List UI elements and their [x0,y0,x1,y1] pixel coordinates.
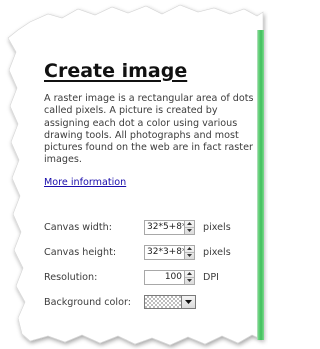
background-color-picker[interactable] [144,295,196,309]
resolution-input[interactable]: 100 [144,269,184,285]
background-color-row: Background color: [44,292,256,312]
description-text: A raster image is a rectangular area of … [44,93,254,166]
background-color-label: Background color: [44,296,131,308]
more-information-link[interactable]: More information [44,177,126,189]
canvas-width-unit: pixels [203,221,231,233]
canvas-height-spinner: 32*3+8* [144,244,195,260]
resolution-unit: DPI [203,271,220,283]
canvas-width-label: Canvas width: [44,221,112,233]
canvas-width-row: Canvas width: 32*5+8* pixels [44,217,256,237]
page-title: Create image [44,60,188,82]
accent-side-bar [257,30,264,340]
resolution-spinner: 100 [144,269,195,285]
spin-down-arrow-icon[interactable] [185,276,194,284]
canvas-width-spin-buttons [184,219,195,235]
transparent-color-swatch[interactable] [144,295,182,309]
canvas-height-unit: pixels [203,246,231,258]
spin-down-arrow-icon[interactable] [185,226,194,234]
canvas-width-input[interactable]: 32*5+8* [144,219,184,235]
resolution-row: Resolution: 100 DPI [44,267,256,287]
create-image-panel: Create image A raster image is a rectang… [0,0,268,349]
resolution-label: Resolution: [44,271,98,283]
panel-content: Create image A raster image is a rectang… [44,58,256,309]
canvas-height-row: Canvas height: 32*3+8* pixels [44,242,256,262]
canvas-height-label: Canvas height: [44,246,117,258]
dropdown-arrow-icon[interactable] [182,295,196,309]
canvas-height-spin-buttons [184,244,195,260]
canvas-width-spinner: 32*5+8* [144,219,195,235]
spin-down-arrow-icon[interactable] [185,251,194,259]
resolution-spin-buttons [184,269,195,285]
canvas-height-input[interactable]: 32*3+8* [144,244,184,260]
